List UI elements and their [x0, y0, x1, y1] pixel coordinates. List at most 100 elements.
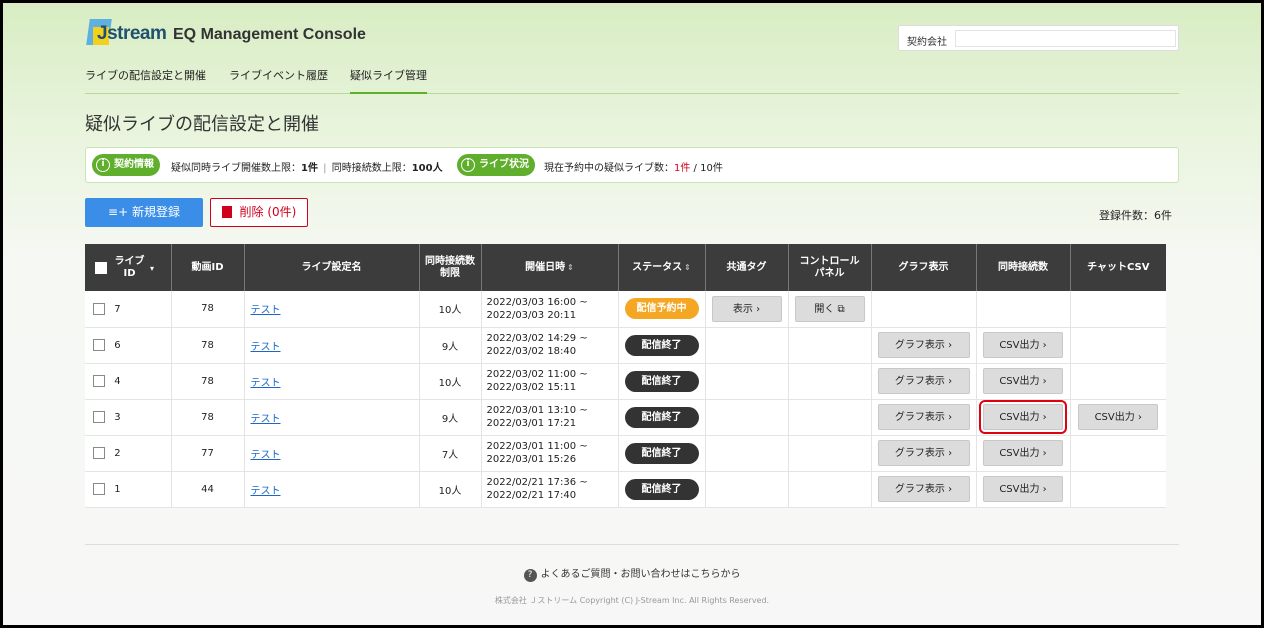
faq-label: よくあるご質問・お問い合わせはこちらから: [540, 569, 741, 580]
header-control: コントロール パネル: [788, 244, 872, 291]
cell-control: [788, 471, 872, 508]
cell-video-id: 44: [171, 471, 245, 508]
start-datetime: 2022/03/02 14:29 ~: [486, 333, 588, 344]
header-status-label: ステータス: [632, 261, 683, 273]
nav-pseudo-live[interactable]: 疑似ライブ管理: [350, 67, 427, 94]
header-control-label-2: パネル: [814, 267, 845, 279]
cell-control: 開く ⧉: [788, 291, 872, 328]
select-all-checkbox[interactable]: [95, 261, 107, 274]
concurrent-csv-button[interactable]: CSV出力 ›: [983, 440, 1063, 466]
cell-limit: 10人: [419, 471, 482, 508]
cell-status: 配信終了: [618, 471, 706, 508]
status-badge: 配信終了: [624, 334, 699, 356]
show-tag-button[interactable]: 表示 ›: [711, 295, 782, 322]
cell-concurrent: CSV出力 ›: [976, 435, 1071, 472]
row-checkbox[interactable]: [93, 375, 105, 387]
sort-icon: ⇕: [684, 262, 691, 272]
cell-graph: グラフ表示 ›: [871, 363, 977, 400]
graph-view-button[interactable]: グラフ表示 ›: [877, 476, 970, 502]
cell-name: テスト: [244, 435, 420, 472]
graph-view-button[interactable]: グラフ表示 ›: [877, 404, 970, 430]
reserved-label: 現在予約中の疑似ライブ数：: [544, 163, 674, 174]
live-id: 1: [114, 484, 121, 495]
cell-datetime: 2022/03/02 14:29 ~ 2022/03/02 18:40: [481, 327, 619, 364]
cell-tag: [705, 327, 789, 364]
live-name-link[interactable]: テスト: [251, 450, 281, 461]
live-name-link[interactable]: テスト: [251, 486, 281, 497]
end-datetime: 2022/03/02 18:40: [486, 346, 577, 357]
row-checkbox[interactable]: [93, 483, 105, 495]
status-badge: 配信予約中: [624, 298, 699, 320]
nav-live-settings[interactable]: ライブの配信設定と開催: [85, 67, 206, 92]
contract-label: 契約会社: [907, 37, 947, 48]
concurrent-csv-button[interactable]: CSV出力 ›: [983, 476, 1063, 502]
row-checkbox[interactable]: [93, 447, 105, 459]
status-badge: 配信終了: [624, 406, 699, 428]
app-window: Jstream EQ Management Console 契約会社 ライブの配…: [3, 3, 1261, 625]
table-row: 7 78 テスト 10人 2022/03/03 16:00 ~2022/03/03 20…: [85, 291, 1166, 328]
concurrent-csv-button[interactable]: CSV出力 ›: [983, 368, 1063, 394]
live-name-link[interactable]: テスト: [251, 305, 281, 316]
status-badge: 配信終了: [624, 442, 699, 464]
header-video-id: 動画ID: [171, 244, 245, 291]
table-header-row: ライブ ID ▾ 動画ID ライブ設定名 同時接続数 制限 開催日時 ⇕ ステータ…: [85, 244, 1166, 291]
footer-divider: [85, 544, 1179, 545]
live-name-link[interactable]: テスト: [251, 342, 281, 353]
table-row: 3 78 テスト 9人 2022/03/01 13:10 ~ 2022/03/01 17:…: [85, 399, 1166, 436]
header-datetime[interactable]: 開催日時 ⇕: [481, 244, 619, 291]
contract-input[interactable]: [955, 30, 1176, 47]
row-checkbox[interactable]: [93, 411, 105, 423]
concurrent-limit-label: 同時接続数上限：: [331, 163, 412, 174]
limit-label: 疑似同時ライブ開催数上限：: [171, 163, 301, 174]
chat-csv-button[interactable]: CSV出力 ›: [1078, 404, 1159, 430]
contract-info-text: 疑似同時ライブ開催数上限：1件 | 同時接続数上限：100人: [171, 159, 443, 174]
page-title: 疑似ライブの配信設定と開催: [85, 114, 319, 135]
cell-concurrent: [976, 291, 1071, 328]
cell-status: 配信予約中: [618, 291, 706, 328]
cell-datetime: 2022/03/01 13:10 ~ 2022/03/01 17:21: [481, 399, 619, 436]
cell-status: 配信終了: [618, 363, 706, 400]
cell-name: テスト: [244, 327, 420, 364]
reserved-current: 1件: [674, 163, 691, 174]
trash-icon: [221, 206, 232, 218]
open-control-panel-button[interactable]: 開く ⧉: [794, 295, 865, 322]
concurrent-csv-button[interactable]: CSV出力 ›: [979, 400, 1067, 434]
header-datetime-label: 開催日時: [525, 261, 566, 273]
graph-view-button[interactable]: グラフ表示 ›: [877, 368, 970, 394]
cell-tag: [705, 363, 789, 400]
header-tag: 共通タグ: [705, 244, 789, 291]
header-status[interactable]: ステータス ⇕: [618, 244, 706, 291]
table-row: 6 78 テスト 9人 2022/03/02 14:29 ~ 2022/03/02 18:…: [85, 327, 1166, 364]
cell-tag: [705, 399, 789, 436]
cell-chat: CSV出力 ›: [1070, 399, 1166, 436]
row-checkbox[interactable]: [93, 339, 105, 351]
delete-button[interactable]: 削除 (0件): [210, 198, 308, 227]
cell-live-id: 3: [85, 399, 172, 436]
registered-count: 登録件数：6件: [1099, 209, 1172, 222]
cell-live-id: 2: [85, 435, 172, 472]
new-register-label: 新規登録: [131, 205, 180, 219]
live-name-link[interactable]: テスト: [251, 378, 281, 389]
cell-live-id: 7: [85, 291, 172, 328]
live-name-link[interactable]: テスト: [251, 414, 281, 425]
nav-live-history[interactable]: ライブイベント履歴: [229, 67, 328, 92]
cell-control: [788, 399, 872, 436]
header-live-id-label-1: ライブ: [114, 255, 145, 267]
cell-status: 配信終了: [618, 435, 706, 472]
faq-link[interactable]: ? よくあるご質問・お問い合わせはこちらから: [3, 565, 1261, 582]
cell-status: 配信終了: [618, 327, 706, 364]
live-id: 3: [114, 412, 121, 423]
sort-desc-icon[interactable]: ▾: [150, 264, 154, 273]
live-status-text: 現在予約中の疑似ライブ数：1件 / 10件: [544, 159, 723, 174]
header-limit-label-1: 同時接続数: [425, 255, 475, 267]
row-checkbox[interactable]: [93, 302, 105, 315]
cell-limit: 9人: [419, 399, 482, 436]
header-live-id[interactable]: ライブ ID ▾: [85, 244, 172, 291]
new-register-button[interactable]: ≡+ 新規登録: [85, 198, 203, 227]
graph-view-button[interactable]: グラフ表示 ›: [877, 440, 970, 466]
header-concurrent: 同時接続数: [976, 244, 1071, 291]
jstream-logo[interactable]: Jstream: [85, 17, 167, 49]
cell-name: テスト: [244, 363, 420, 400]
concurrent-csv-button[interactable]: CSV出力 ›: [983, 332, 1063, 358]
graph-view-button[interactable]: グラフ表示 ›: [877, 332, 970, 358]
